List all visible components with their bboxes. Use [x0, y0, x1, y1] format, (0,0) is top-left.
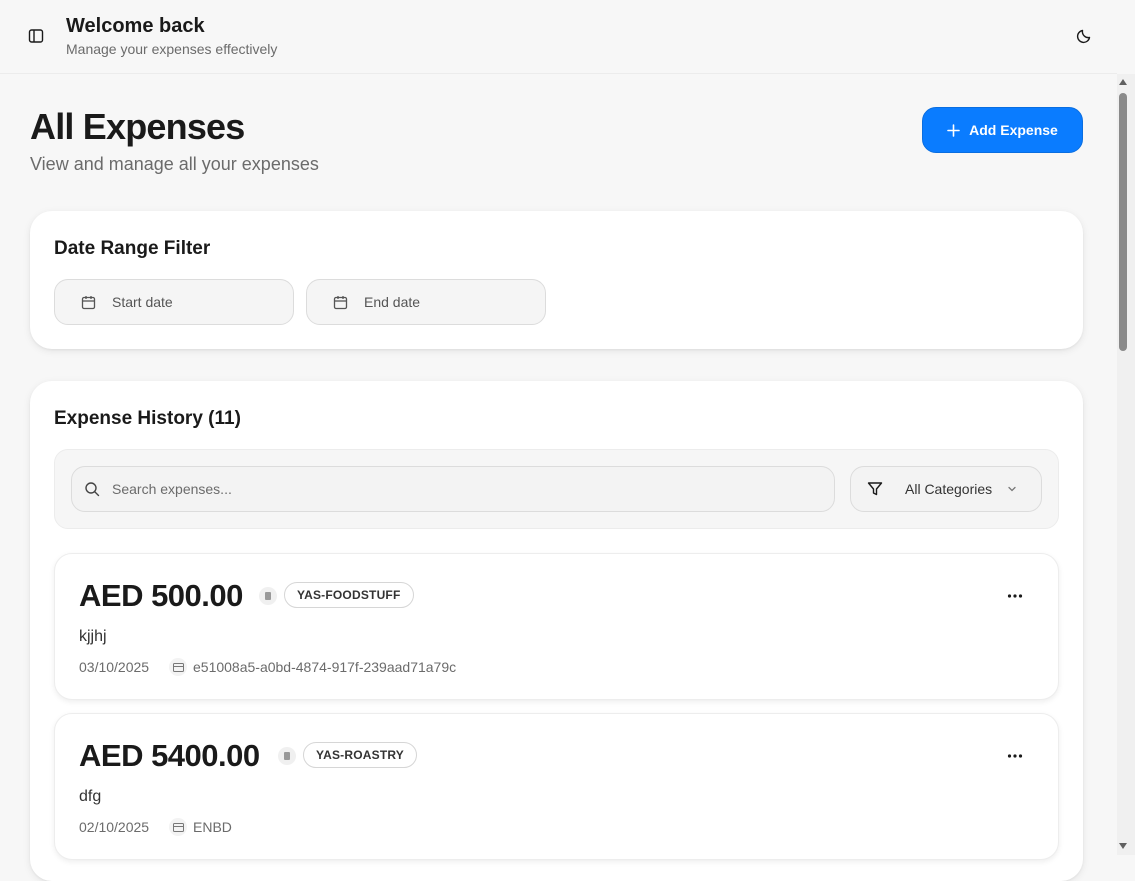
welcome-subtitle: Manage your expenses effectively [66, 41, 278, 57]
category-select[interactable]: All Categories [850, 466, 1042, 512]
more-options-icon[interactable] [1003, 746, 1027, 766]
search-filter-bar: All Categories [54, 449, 1059, 529]
search-field[interactable] [71, 466, 835, 512]
scroll-down-arrow-icon[interactable] [1119, 843, 1127, 849]
start-date-placeholder: Start date [112, 294, 173, 310]
page-subtitle: View and manage all your expenses [30, 154, 319, 174]
moon-icon[interactable] [1074, 26, 1094, 46]
search-input[interactable] [112, 481, 812, 497]
building-icon [259, 587, 277, 605]
expense-date: 03/10/2025 [79, 659, 150, 675]
category-badge: YAS-FOODSTUFF [284, 582, 414, 608]
add-expense-label: Add Expense [969, 122, 1058, 138]
expense-reference: e51008a5-a0bd-4874-917f-239aad71a79c [193, 659, 457, 675]
plus-icon [947, 123, 960, 137]
scrollbar-thumb[interactable] [1119, 93, 1127, 351]
expense-amount: AED 5400.00 [79, 738, 260, 773]
credit-card-icon [169, 818, 187, 836]
expense-description: dfg [79, 788, 102, 805]
welcome-title: Welcome back [66, 15, 205, 37]
expense-reference: ENBD [193, 819, 232, 835]
calendar-icon [81, 295, 96, 310]
expense-date: 02/10/2025 [79, 819, 150, 835]
search-icon [84, 481, 100, 497]
building-icon [278, 747, 296, 765]
panel-left-icon[interactable] [26, 26, 46, 46]
scroll-up-arrow-icon[interactable] [1119, 79, 1127, 85]
expense-description: kjjhj [79, 628, 107, 645]
page-title: All Expenses [30, 106, 245, 147]
more-options-icon[interactable] [1003, 586, 1027, 606]
chevron-down-icon [1006, 483, 1018, 495]
add-expense-button[interactable]: Add Expense [922, 107, 1083, 153]
expense-item[interactable]: AED 500.00 YAS-FOODSTUFF kjjhj 03/10/202… [54, 553, 1059, 700]
end-date-placeholder: End date [364, 294, 421, 310]
expense-history-card: Expense History (11) All Categories [30, 381, 1083, 881]
start-date-picker[interactable]: Start date [54, 279, 294, 325]
expense-item[interactable]: AED 5400.00 YAS-ROASTRY dfg 02/10/2025 E… [54, 713, 1059, 860]
filter-icon [867, 481, 883, 497]
top-bar: Welcome back Manage your expenses effect… [0, 0, 1117, 74]
expense-history-heading: Expense History (11) [54, 408, 241, 429]
calendar-icon [333, 295, 348, 310]
date-range-heading: Date Range Filter [54, 238, 211, 259]
category-badge: YAS-ROASTRY [303, 742, 417, 768]
credit-card-icon [169, 658, 187, 676]
expense-amount: AED 500.00 [79, 578, 243, 613]
category-select-value: All Categories [905, 481, 993, 497]
date-range-card: Date Range Filter Start date End date [30, 211, 1083, 349]
end-date-picker[interactable]: End date [306, 279, 546, 325]
